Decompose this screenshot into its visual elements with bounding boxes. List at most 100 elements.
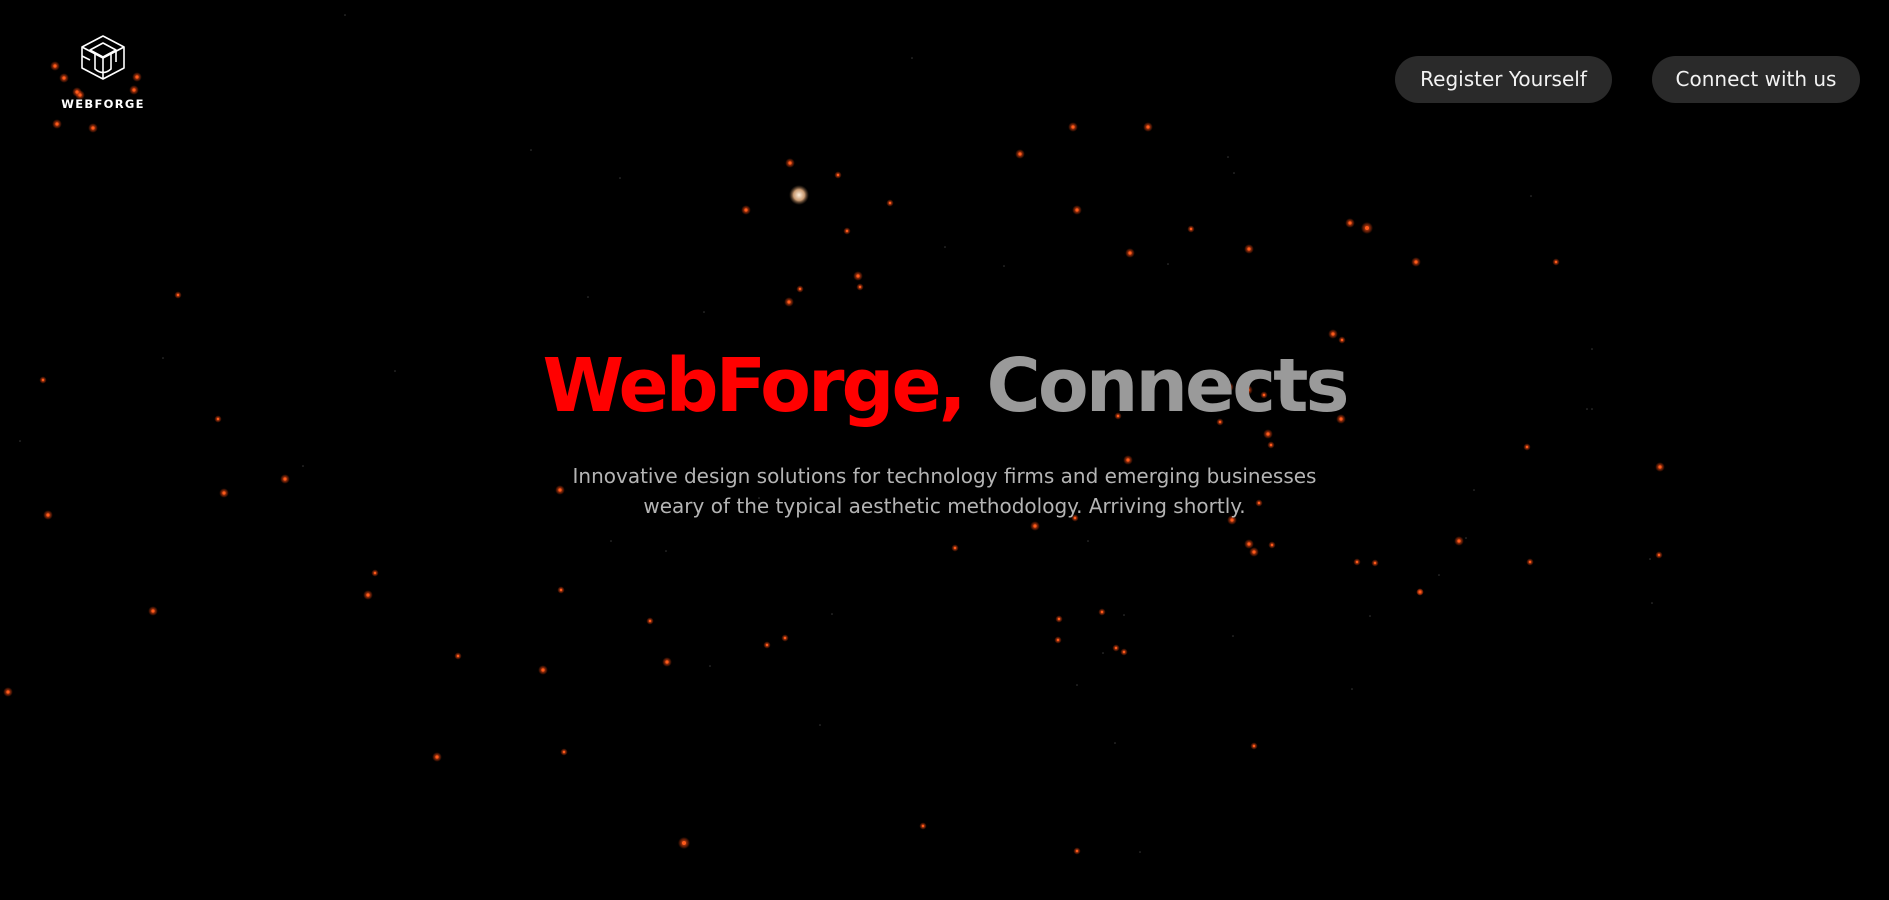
ember-particle — [1373, 561, 1377, 565]
ember-particle — [176, 293, 180, 297]
dust-speck — [911, 57, 913, 59]
hero-subtitle: Innovative design solutions for technolo… — [0, 461, 1889, 521]
dust-speck — [1123, 614, 1125, 616]
ember-particle — [856, 274, 860, 278]
dust-speck — [709, 665, 711, 667]
ember-particle — [765, 643, 769, 647]
ember-particle — [1056, 638, 1060, 642]
ember-particle — [1075, 208, 1079, 212]
ember-particle — [1554, 260, 1558, 264]
ember-particle — [787, 300, 791, 304]
ember-particle — [682, 841, 686, 845]
ember-particle — [921, 824, 925, 828]
ember-particle — [1270, 543, 1274, 547]
ember-particle — [648, 619, 652, 623]
ember-particle — [1247, 247, 1251, 251]
ember-particle — [1457, 539, 1461, 543]
ember-particle — [1269, 443, 1273, 447]
ember-particle — [744, 208, 748, 212]
dust-speck — [1369, 615, 1371, 617]
dust-speck — [1167, 263, 1169, 265]
ember-particle — [1365, 226, 1369, 230]
hero-title-rest: Connects — [986, 343, 1350, 429]
dust-speck — [1139, 851, 1141, 853]
ember-particle — [1252, 550, 1256, 554]
dust-speck — [944, 246, 946, 248]
dust-speck — [1003, 265, 1005, 267]
dust-speck — [819, 724, 821, 726]
ember-particle — [858, 285, 862, 289]
ember-particle — [783, 636, 787, 640]
dust-speck — [1102, 652, 1104, 654]
connect-with-us-button[interactable]: Connect with us — [1652, 56, 1860, 103]
ember-particle — [1018, 152, 1022, 156]
dust-speck — [530, 149, 532, 151]
hero-title-brand: WebForge, — [542, 343, 966, 429]
logo-wordmark: WEBFORGE — [61, 97, 145, 111]
hero-subtitle-line-1: Innovative design solutions for technolo… — [572, 464, 1317, 488]
ember-particle — [559, 588, 563, 592]
ember-particle — [373, 571, 377, 575]
ember-particle — [788, 161, 792, 165]
ember-particle — [836, 173, 840, 177]
ember-particle — [798, 287, 802, 291]
ember-particle — [1071, 125, 1075, 129]
ember-particle — [1122, 650, 1126, 654]
hero-title: WebForge, Connects — [0, 336, 1889, 436]
dust-speck — [1233, 172, 1235, 174]
ember-particle — [1418, 590, 1422, 594]
ember-particle — [366, 593, 370, 597]
dust-speck — [1232, 635, 1234, 637]
ember-particle — [1075, 849, 1079, 853]
page-background: WEBFORGE Register Yourself Connect with … — [0, 0, 1889, 900]
ember-particle — [1189, 227, 1193, 231]
dust-speck — [19, 440, 21, 442]
dust-speck — [1465, 537, 1467, 539]
dust-speck — [1651, 602, 1653, 604]
ember-particle — [1657, 553, 1661, 557]
ember-particle — [456, 654, 460, 658]
ember-particle — [1348, 221, 1352, 225]
ember-particle — [1128, 251, 1132, 255]
dust-speck — [1351, 688, 1353, 690]
dust-speck — [1438, 574, 1440, 576]
dust-speck — [1530, 195, 1532, 197]
hero-subtitle-line-2: weary of the typical aesthetic methodolo… — [643, 494, 1246, 518]
ember-particle — [151, 609, 155, 613]
dust-speck — [587, 296, 589, 298]
ember-particle — [1414, 260, 1418, 264]
ember-particle — [1114, 646, 1118, 650]
brand-logo[interactable]: WEBFORGE — [56, 34, 150, 114]
ember-particle — [562, 750, 566, 754]
dust-speck — [1087, 540, 1089, 542]
ember-particle — [91, 126, 95, 130]
ember-particle — [6, 690, 10, 694]
ember-particle — [541, 668, 545, 672]
dust-speck — [665, 550, 667, 552]
dust-speck — [1076, 684, 1078, 686]
ember-particle — [1252, 744, 1256, 748]
ember-particle — [665, 660, 669, 664]
ember-particle — [55, 122, 59, 126]
ember-particle — [1247, 542, 1251, 546]
ember-particle — [1033, 524, 1037, 528]
ember-particle — [1525, 445, 1529, 449]
ember-particle — [845, 229, 849, 233]
glowing-orb — [789, 185, 809, 205]
ember-particle — [888, 201, 892, 205]
ember-particle — [953, 546, 957, 550]
dust-speck — [1114, 742, 1116, 744]
dust-speck — [831, 613, 833, 615]
ember-particle — [1355, 560, 1359, 564]
dust-speck — [344, 14, 346, 16]
dust-speck — [610, 540, 612, 542]
ember-particle — [435, 755, 439, 759]
cube-mortarboard-icon — [81, 35, 125, 80]
dust-speck — [1649, 558, 1651, 560]
dust-speck — [619, 177, 621, 179]
ember-particles — [3, 14, 1665, 855]
dust-speck — [703, 311, 705, 313]
dust-speck — [1227, 156, 1229, 158]
register-yourself-button[interactable]: Register Yourself — [1395, 56, 1612, 103]
ember-particle — [1146, 125, 1150, 129]
